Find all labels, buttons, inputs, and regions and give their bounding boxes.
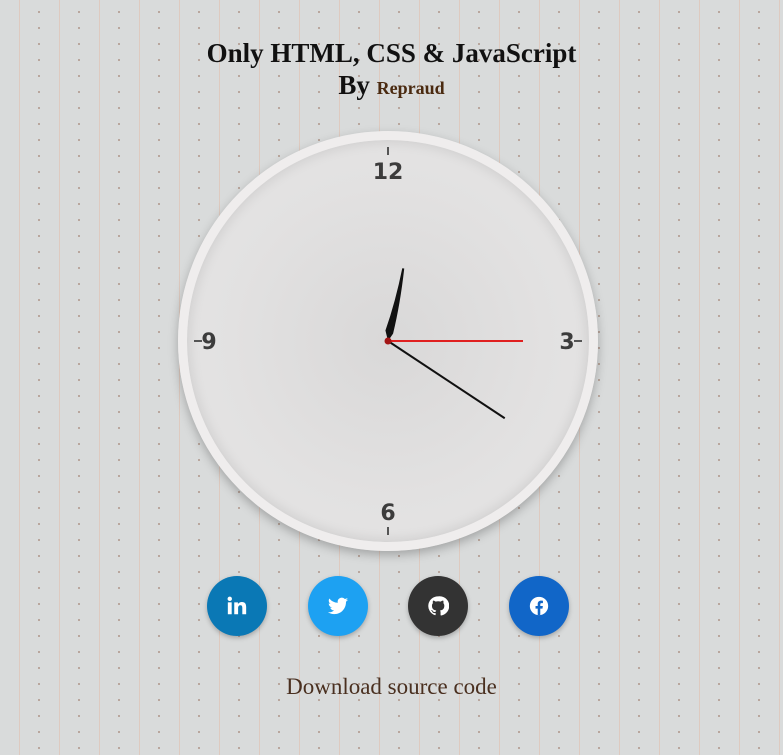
center-pin	[384, 337, 392, 345]
byline: By Repraud	[0, 70, 783, 103]
download-link-container: Download source code	[0, 674, 783, 700]
twitter-button[interactable]	[308, 576, 368, 636]
page-title: Only HTML, CSS & JavaScript	[206, 38, 577, 68]
numeral-6: 6	[380, 501, 395, 526]
download-source-link[interactable]: Download source code	[286, 674, 497, 699]
facebook-button[interactable]	[509, 576, 569, 636]
github-icon	[428, 596, 449, 616]
github-button[interactable]	[408, 576, 468, 636]
numeral-12: 12	[373, 160, 404, 185]
analog-clock: 12 3 6 9	[178, 131, 598, 551]
numeral-3: 3	[559, 330, 574, 355]
social-links	[0, 576, 783, 636]
minute-hand	[387, 340, 506, 420]
facebook-icon	[529, 596, 549, 616]
page-header: Only HTML, CSS & JavaScript By Repraud	[0, 36, 783, 103]
numeral-9: 9	[201, 330, 216, 355]
linkedin-button[interactable]	[207, 576, 267, 636]
clock-face: 12 3 6 9	[194, 147, 582, 535]
by-label: By	[338, 70, 370, 100]
twitter-icon	[327, 597, 349, 615]
linkedin-icon	[227, 596, 247, 615]
author-name: Repraud	[376, 78, 445, 98]
hour-hand	[385, 268, 405, 341]
